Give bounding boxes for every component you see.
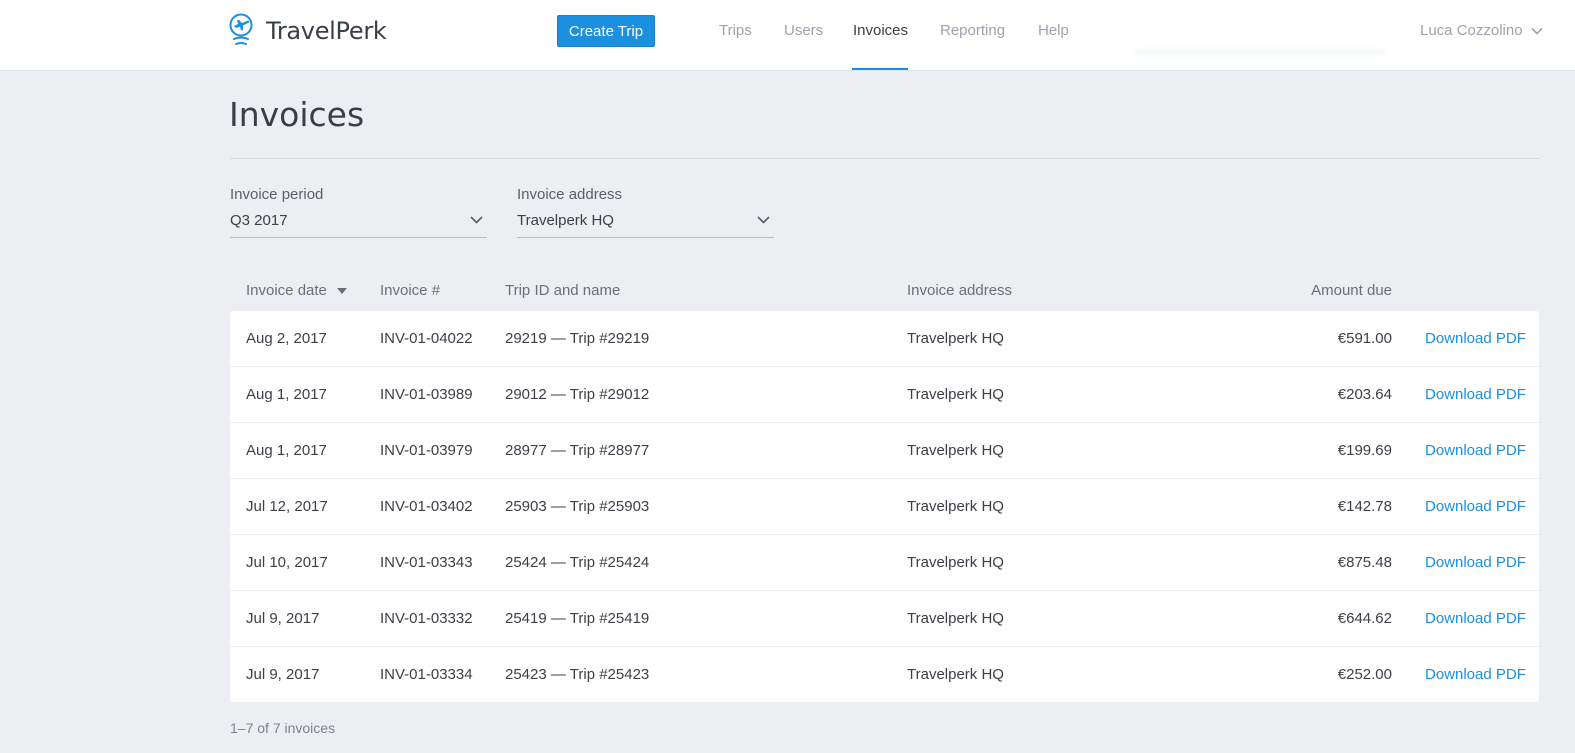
download-pdf-link[interactable]: Download PDF — [1425, 386, 1526, 403]
table-row: Jul 12, 2017 INV-01-03402 25903 — Trip #… — [230, 479, 1539, 535]
download-pdf-link[interactable]: Download PDF — [1425, 498, 1526, 515]
active-tab-indicator — [852, 68, 908, 70]
chevron-down-icon — [1530, 27, 1543, 35]
table-row: Jul 9, 2017 INV-01-03334 25423 — Trip #2… — [230, 647, 1539, 702]
invoice-number: INV-01-03402 — [380, 498, 473, 515]
amount-due: €591.00 — [1337, 330, 1392, 347]
invoice-address: Travelperk HQ — [907, 442, 1004, 459]
column-header-invoice-address: Invoice address — [907, 282, 1013, 299]
table-row: Aug 1, 2017 INV-01-03979 28977 — Trip #2… — [230, 423, 1539, 479]
invoice-number: INV-01-03334 — [380, 666, 473, 683]
table-row: Aug 2, 2017 INV-01-04022 29219 — Trip #2… — [230, 311, 1539, 367]
table-row: Aug 1, 2017 INV-01-03989 29012 — Trip #2… — [230, 367, 1539, 423]
user-menu[interactable]: Luca Cozzolino — [1420, 22, 1543, 39]
invoice-number: INV-01-04022 — [380, 330, 473, 347]
top-navigation-bar: TravelPerk Create Trip Trips Users Invoi… — [0, 0, 1575, 71]
amount-due: €199.69 — [1337, 442, 1392, 459]
chevron-down-icon — [757, 216, 770, 224]
invoice-address: Travelperk HQ — [907, 498, 1004, 515]
download-pdf-link[interactable]: Download PDF — [1425, 666, 1526, 683]
download-pdf-link[interactable]: Download PDF — [1425, 442, 1526, 459]
airplane-globe-icon — [229, 13, 253, 45]
invoice-address: Travelperk HQ — [907, 330, 1004, 347]
invoice-number: INV-01-03989 — [380, 386, 473, 403]
invoice-date: Aug 2, 2017 — [246, 330, 327, 347]
trip-id-name: 25903 — Trip #25903 — [505, 498, 650, 515]
create-trip-button[interactable]: Create Trip — [557, 15, 655, 47]
trip-id-name: 28977 — Trip #28977 — [505, 442, 650, 459]
nav-item-trips[interactable]: Trips — [719, 22, 752, 39]
invoice-period-select[interactable]: Q3 2017 — [230, 211, 487, 238]
amount-due: €203.64 — [1337, 386, 1392, 403]
download-pdf-link[interactable]: Download PDF — [1425, 610, 1526, 627]
invoice-date: Jul 12, 2017 — [246, 498, 328, 515]
amount-due: €142.78 — [1337, 498, 1392, 515]
amount-due: €252.00 — [1337, 666, 1392, 683]
invoice-address: Travelperk HQ — [907, 554, 1004, 571]
invoice-address: Travelperk HQ — [907, 610, 1004, 627]
trip-id-name: 25423 — Trip #25423 — [505, 666, 650, 683]
invoice-address-select[interactable]: Travelperk HQ — [517, 211, 774, 238]
sort-desc-icon — [336, 287, 347, 294]
amount-due: €644.62 — [1337, 610, 1392, 627]
trip-id-name: 29012 — Trip #29012 — [505, 386, 650, 403]
column-header-trip: Trip ID and name — [505, 282, 621, 299]
trip-id-name: 25424 — Trip #25424 — [505, 554, 650, 571]
redacted-link — [1135, 23, 1385, 53]
invoice-date: Aug 1, 2017 — [246, 386, 327, 403]
invoice-number: INV-01-03979 — [380, 442, 473, 459]
title-divider — [230, 158, 1539, 159]
trip-id-name: 29219 — Trip #29219 — [505, 330, 650, 347]
trip-id-name: 25419 — Trip #25419 — [505, 610, 650, 627]
invoice-table: Aug 2, 2017 INV-01-04022 29219 — Trip #2… — [230, 311, 1539, 702]
invoice-period-value: Q3 2017 — [230, 212, 288, 229]
table-row: Jul 10, 2017 INV-01-03343 25424 — Trip #… — [230, 535, 1539, 591]
invoice-address-filter: Invoice address Travelperk HQ — [517, 186, 774, 238]
invoice-period-label: Invoice period — [230, 186, 324, 203]
invoice-date: Jul 10, 2017 — [246, 554, 328, 571]
table-row: Jul 9, 2017 INV-01-03332 25419 — Trip #2… — [230, 591, 1539, 647]
brand-logo[interactable]: TravelPerk — [229, 13, 387, 49]
column-header-invoice-date[interactable]: Invoice date — [246, 282, 347, 299]
page-title: Invoices — [229, 95, 365, 134]
download-pdf-link[interactable]: Download PDF — [1425, 554, 1526, 571]
invoice-date: Jul 9, 2017 — [246, 610, 320, 627]
column-header-amount-due: Amount due — [1311, 282, 1392, 299]
nav-item-reporting[interactable]: Reporting — [940, 22, 1005, 39]
invoice-address: Travelperk HQ — [907, 386, 1004, 403]
column-header-label: Invoice date — [246, 282, 327, 299]
invoice-table-header: Invoice date Invoice # Trip ID and name … — [230, 282, 1539, 304]
invoice-date: Jul 9, 2017 — [246, 666, 320, 683]
invoice-address: Travelperk HQ — [907, 666, 1004, 683]
user-name: Luca Cozzolino — [1420, 22, 1523, 39]
download-pdf-link[interactable]: Download PDF — [1425, 330, 1526, 347]
column-header-invoice-number: Invoice # — [380, 282, 441, 299]
invoice-number: INV-01-03332 — [380, 610, 473, 627]
nav-item-users[interactable]: Users — [784, 22, 823, 39]
invoice-period-filter: Invoice period Q3 2017 — [230, 186, 487, 238]
invoice-address-value: Travelperk HQ — [517, 212, 614, 229]
invoice-date: Aug 1, 2017 — [246, 442, 327, 459]
nav-item-help[interactable]: Help — [1038, 22, 1069, 39]
nav-item-invoices[interactable]: Invoices — [853, 22, 908, 39]
invoice-address-label: Invoice address — [517, 186, 623, 203]
pagination-summary: 1–7 of 7 invoices — [230, 720, 336, 736]
chevron-down-icon — [470, 216, 483, 224]
invoice-number: INV-01-03343 — [380, 554, 473, 571]
brand-name: TravelPerk — [266, 17, 387, 45]
amount-due: €875.48 — [1337, 554, 1392, 571]
